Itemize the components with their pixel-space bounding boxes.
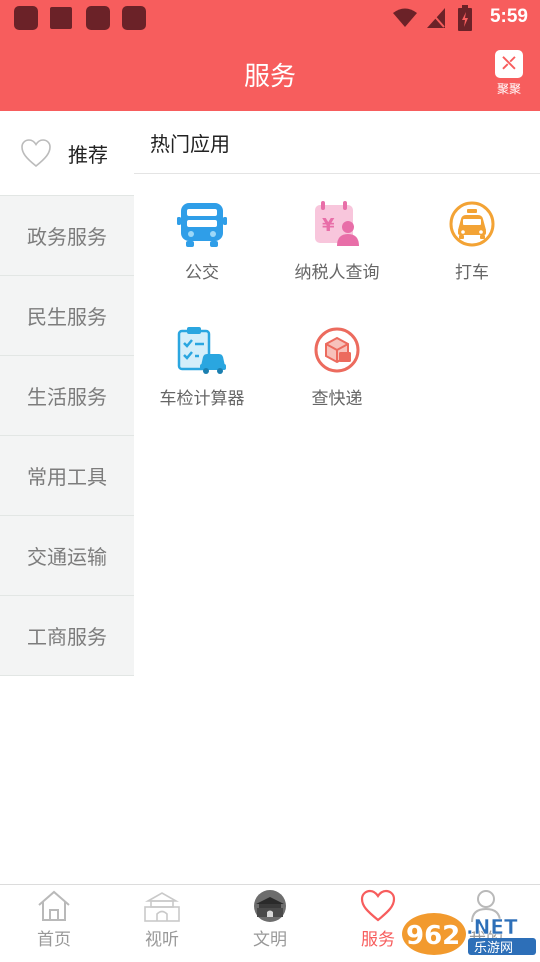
gate-tower-icon: [144, 892, 180, 922]
watermark-net: .NET: [466, 915, 518, 939]
notification-icon: [50, 7, 72, 29]
notification-icon: [122, 6, 146, 30]
sidebar-item-label: 民生服务: [27, 305, 107, 329]
sidebar-item-label: 政务服务: [27, 225, 107, 249]
watermark-logo: 962 .NET 乐游网: [402, 913, 536, 956]
watermark: 962 .NET 乐游网: [400, 908, 540, 958]
nav-label: 首页: [37, 930, 71, 950]
landmark-avatar-icon: [254, 890, 286, 922]
juju-button[interactable]: ⛌ 聚聚: [492, 50, 526, 100]
watermark-962: 962: [406, 921, 460, 951]
notification-icon: [14, 6, 38, 30]
watermark-site: 乐游网: [474, 941, 513, 956]
status-bar: 5:59: [0, 0, 540, 36]
app-taxi[interactable]: 打车: [404, 200, 540, 310]
home-icon: [38, 890, 70, 921]
taxi-icon: [449, 201, 495, 247]
nav-label: 文明: [253, 930, 287, 950]
nav-home[interactable]: 首页: [0, 889, 108, 950]
bus-icon: [177, 203, 227, 247]
sidebar-item-recommend[interactable]: 推荐: [0, 111, 134, 196]
main-content: 热门应用 公交 ¥ 纳税人查询 打车 车检计算器 查快递: [134, 111, 540, 409]
app-car-inspection[interactable]: 车检计算器: [134, 326, 270, 436]
package-icon: [314, 327, 360, 373]
sidebar-item-label: 生活服务: [27, 385, 107, 409]
nav-label: 视听: [145, 930, 179, 950]
app-label: 车检计算器: [159, 389, 245, 409]
sidebar-item-tools[interactable]: 常用工具: [0, 436, 134, 516]
sidebar-item-label: 常用工具: [27, 465, 107, 489]
heart-icon: [360, 889, 396, 922]
app-express-delivery[interactable]: 查快递: [269, 326, 405, 436]
sidebar-item-business[interactable]: 工商服务: [0, 596, 134, 676]
wifi-icon: [393, 8, 417, 27]
car-inspection-icon: [177, 327, 226, 374]
sidebar-item-label: 交通运输: [27, 545, 107, 569]
app-label: 查快递: [311, 389, 363, 409]
nav-civilization[interactable]: 文明: [216, 889, 324, 950]
sidebar-item-transport[interactable]: 交通运输: [0, 516, 134, 596]
no-signal-icon: [427, 8, 445, 28]
category-sidebar: 推荐 政务服务 民生服务 生活服务 常用工具 交通运输 工商服务: [0, 111, 134, 676]
sidebar-item-label: 工商服务: [27, 625, 107, 649]
notification-icon: [86, 6, 110, 30]
tax-calendar-icon: ¥: [315, 201, 359, 246]
sidebar-item-life[interactable]: 生活服务: [0, 356, 134, 436]
app-label: 打车: [455, 263, 489, 283]
battery-icon: [458, 5, 472, 31]
status-time: 5:59: [489, 6, 528, 27]
sidebar-item-government[interactable]: 政务服务: [0, 196, 134, 276]
nav-media[interactable]: 视听: [108, 889, 216, 950]
sidebar-item-livelihood[interactable]: 民生服务: [0, 276, 134, 356]
app-tax-query[interactable]: ¥ 纳税人查询: [269, 200, 405, 310]
svg-text:¥: ¥: [322, 215, 335, 236]
juju-label: 聚聚: [496, 82, 521, 96]
app-header: 服务 ⛌ 聚聚: [0, 36, 540, 111]
app-label: 公交: [185, 263, 219, 283]
app-label: 纳税人查询: [294, 263, 380, 283]
page-title: 服务: [243, 62, 296, 92]
juju-logo-icon: ⛌: [495, 50, 523, 78]
sidebar-item-label: 推荐: [68, 142, 108, 167]
section-title: 热门应用: [134, 111, 540, 174]
app-bus[interactable]: 公交: [134, 200, 270, 310]
heart-outline-icon: [21, 139, 51, 168]
